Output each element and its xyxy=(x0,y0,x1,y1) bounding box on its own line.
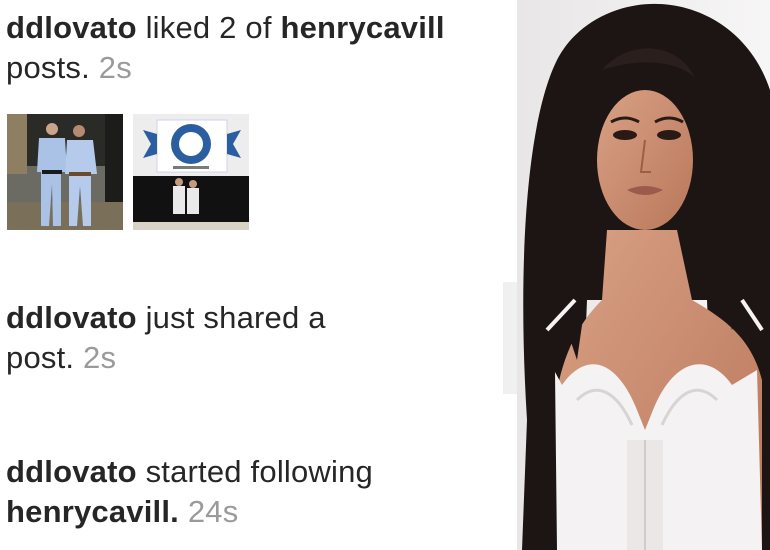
activity-line-1: ddlovato liked 2 of henrycavill xyxy=(6,8,445,48)
activity-started-following[interactable]: ddlovato started following henrycavill. … xyxy=(6,452,373,532)
username-link[interactable]: ddlovato xyxy=(6,454,137,489)
activity-line-2: posts. 2s xyxy=(6,48,445,88)
activity-shared-post[interactable]: ddlovato just shared a post. 2s xyxy=(6,298,326,378)
activity-text-cont: posts. xyxy=(6,50,90,85)
target-username-link[interactable]: henrycavill. xyxy=(6,494,179,529)
timestamp: 2s xyxy=(98,50,132,85)
activity-text: just shared a xyxy=(136,300,326,335)
portrait-photo xyxy=(517,0,770,550)
gym-banner-photo xyxy=(133,114,249,230)
activity-liked-posts[interactable]: ddlovato liked 2 of henrycavill posts. 2… xyxy=(6,8,445,88)
activity-text: started following xyxy=(136,454,373,489)
username-link[interactable]: ddlovato xyxy=(6,10,137,45)
two-men-in-gis-photo xyxy=(7,114,123,230)
post-thumbnail[interactable] xyxy=(7,114,123,230)
activity-feed: ddlovato liked 2 of henrycavill posts. 2… xyxy=(0,0,517,550)
post-thumbnail[interactable] xyxy=(133,114,249,230)
username-link[interactable]: ddlovato xyxy=(6,300,137,335)
activity-text: liked 2 of xyxy=(136,10,281,45)
portrait-photo-panel xyxy=(517,0,770,550)
timestamp: 24s xyxy=(187,494,239,529)
activity-line-2: post. 2s xyxy=(6,338,326,378)
activity-text-cont: post. xyxy=(6,340,75,375)
activity-line-1: ddlovato just shared a xyxy=(6,298,326,338)
activity-line-2: henrycavill. 24s xyxy=(6,492,373,532)
target-username-link[interactable]: henrycavill xyxy=(280,10,444,45)
activity-line-1: ddlovato started following xyxy=(6,452,373,492)
divider-strip xyxy=(503,282,517,394)
timestamp: 2s xyxy=(83,340,117,375)
